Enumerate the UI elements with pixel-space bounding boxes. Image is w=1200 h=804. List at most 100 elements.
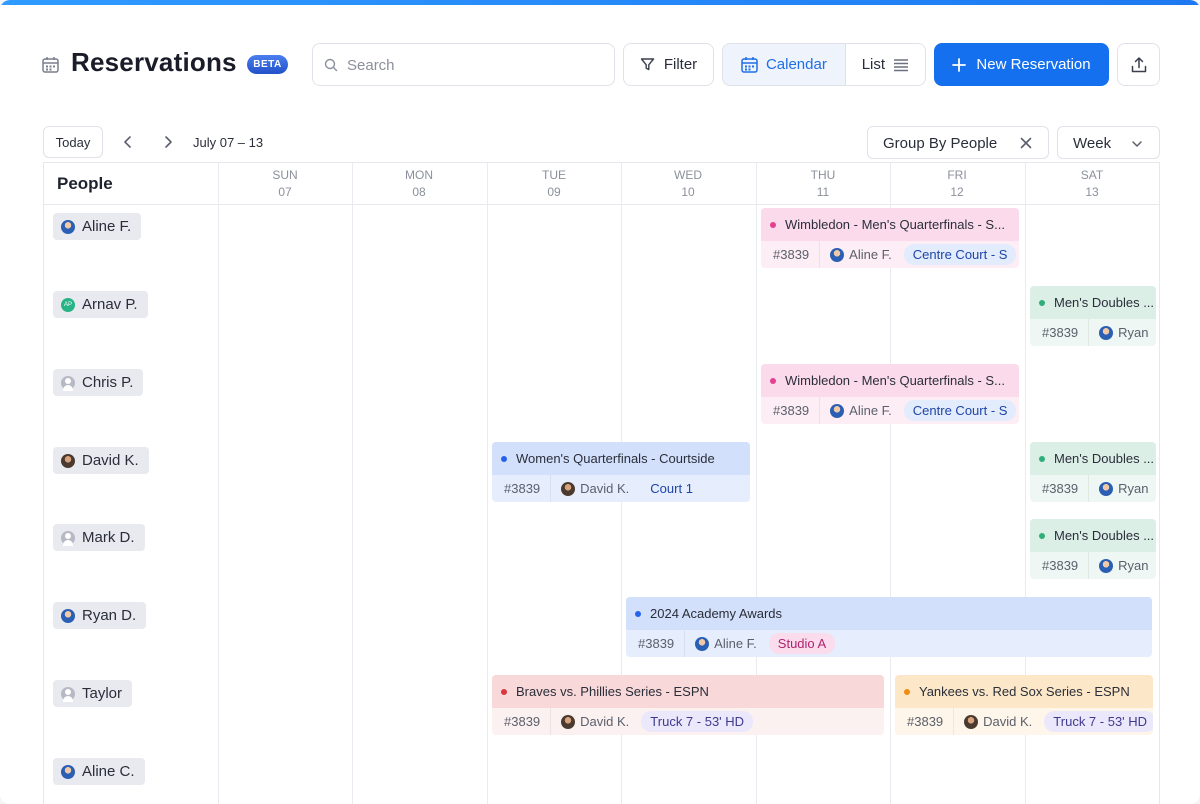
avatar (1099, 481, 1114, 496)
day-number: 11 (816, 185, 830, 199)
event-title: 2024 Academy Awards (650, 606, 783, 621)
event-title: Men's Doubles ... (1054, 528, 1155, 543)
day-name: FRI (947, 168, 967, 182)
event-title: Women's Quarterfinals - Courtside (516, 451, 715, 466)
event-person: Aline F. (849, 403, 892, 418)
event-number: #3839 (638, 630, 686, 657)
today-button[interactable]: Today (43, 126, 103, 158)
event-number: #3839 (1042, 552, 1090, 579)
avatar (561, 481, 576, 496)
event-number: #3839 (773, 241, 821, 268)
list-view-label: List (861, 56, 886, 73)
avatar (830, 247, 845, 262)
avatar (1099, 325, 1114, 340)
event-title: Braves vs. Phillies Series - ESPN (516, 684, 709, 699)
event-number: #3839 (504, 708, 552, 735)
status-dot (501, 455, 507, 462)
person-chip[interactable]: AP Arnav P. (53, 291, 148, 318)
range-select[interactable]: Week (1057, 126, 1160, 159)
reservation-event[interactable]: Men's Doubles ... #3839 Ryan (1030, 519, 1156, 579)
event-location: Court 1 (650, 481, 693, 496)
reservation-event[interactable]: 2024 Academy Awards #3839 Aline F. Studi… (626, 597, 1152, 657)
group-by-label: Group By People (883, 135, 998, 152)
day-name: SAT (1080, 168, 1104, 182)
filter-label: Filter (663, 56, 698, 73)
status-dot (501, 688, 507, 695)
avatar (61, 608, 75, 623)
export-button[interactable] (1117, 43, 1160, 86)
person-chip[interactable]: Aline C. (53, 758, 145, 785)
today-label: Today (55, 134, 91, 150)
person-name: Aline C. (82, 763, 135, 780)
filter-button[interactable]: Filter (623, 43, 714, 86)
search-box[interactable] (312, 43, 615, 86)
avatar (561, 714, 576, 729)
avatar (61, 375, 75, 391)
page-title: Reservations (71, 47, 237, 77)
event-location: Studio A (768, 633, 836, 654)
chevron-right-icon[interactable] (159, 133, 177, 151)
person-chip[interactable]: Chris P. (53, 369, 144, 396)
close-icon[interactable] (1020, 137, 1032, 149)
avatar (61, 686, 75, 702)
new-reservation-label: New Reservation (976, 56, 1091, 73)
reservation-event[interactable]: Women's Quarterfinals - Courtside #3839 … (492, 442, 750, 502)
calendar-icon (741, 57, 758, 73)
column-divider (352, 163, 353, 804)
event-person: David K. (580, 714, 630, 729)
person-chip[interactable]: Taylor (53, 680, 133, 707)
list-view-button[interactable]: List (846, 44, 925, 85)
search-input[interactable] (347, 54, 607, 76)
event-number: #3839 (773, 397, 821, 424)
column-divider (487, 163, 488, 804)
reservation-event[interactable]: Yankees vs. Red Sox Series - ESPN #3839 … (895, 675, 1153, 735)
group-by-chip[interactable]: Group By People (867, 126, 1049, 159)
day-header-thu: THU 11 (756, 167, 890, 201)
status-dot (770, 377, 776, 384)
event-location: Centre Court - S (903, 244, 1017, 265)
person-name: Chris P. (82, 374, 134, 391)
avatar (964, 714, 979, 729)
person-chip[interactable]: Mark D. (53, 524, 145, 551)
status-dot (904, 688, 910, 695)
date-range-label: July 07 – 13 (193, 135, 264, 150)
person-chip[interactable]: Aline F. (53, 213, 142, 240)
calendar-view-button[interactable]: Calendar (723, 44, 846, 85)
avatar (1099, 558, 1114, 573)
event-person: Ryan (1118, 325, 1149, 340)
day-number: 10 (681, 185, 695, 199)
reservation-event[interactable]: Men's Doubles ... #3839 Ryan (1030, 442, 1156, 502)
day-number: 07 (278, 185, 292, 199)
person-name: Aline F. (82, 218, 132, 235)
reservation-event[interactable]: Braves vs. Phillies Series - ESPN #3839 … (492, 675, 884, 735)
day-name: THU (810, 168, 836, 182)
event-number: #3839 (1042, 319, 1090, 346)
day-name: SUN (272, 168, 298, 182)
event-location: Truck 7 - 53' HD (641, 711, 754, 732)
event-number: #3839 (504, 475, 552, 502)
day-header-mon: MON 08 (352, 167, 486, 201)
reservation-event[interactable]: Men's Doubles ... #3839 Ryan (1030, 286, 1156, 346)
event-location: Centre Court - S (903, 400, 1017, 421)
chevron-left-icon[interactable] (119, 133, 137, 151)
day-number: 12 (950, 185, 964, 199)
person-name: Mark D. (82, 529, 135, 546)
person-chip[interactable]: David K. (53, 447, 149, 474)
calendar-view-label: Calendar (765, 56, 827, 73)
reservation-event[interactable]: Wimbledon - Men's Quarterfinals - S... #… (761, 208, 1019, 268)
event-person: Aline F. (714, 636, 757, 651)
person-chip[interactable]: Ryan D. (53, 602, 147, 629)
day-name: TUE (542, 168, 566, 182)
day-number: 09 (547, 185, 561, 199)
avatar (61, 453, 75, 468)
people-column-header: People (57, 174, 113, 193)
day-header-sat: SAT 13 (1025, 167, 1159, 201)
event-title: Wimbledon - Men's Quarterfinals - S... (785, 217, 1005, 232)
new-reservation-button[interactable]: New Reservation (934, 43, 1109, 86)
event-number: #3839 (1042, 475, 1090, 502)
event-title: Wimbledon - Men's Quarterfinals - S... (785, 373, 1005, 388)
event-title: Men's Doubles ... (1054, 451, 1155, 466)
app-window: Reservations BETA Filter Calendar L (0, 0, 1200, 804)
view-toggle: Calendar List (722, 43, 926, 86)
reservation-event[interactable]: Wimbledon - Men's Quarterfinals - S... #… (761, 364, 1019, 424)
